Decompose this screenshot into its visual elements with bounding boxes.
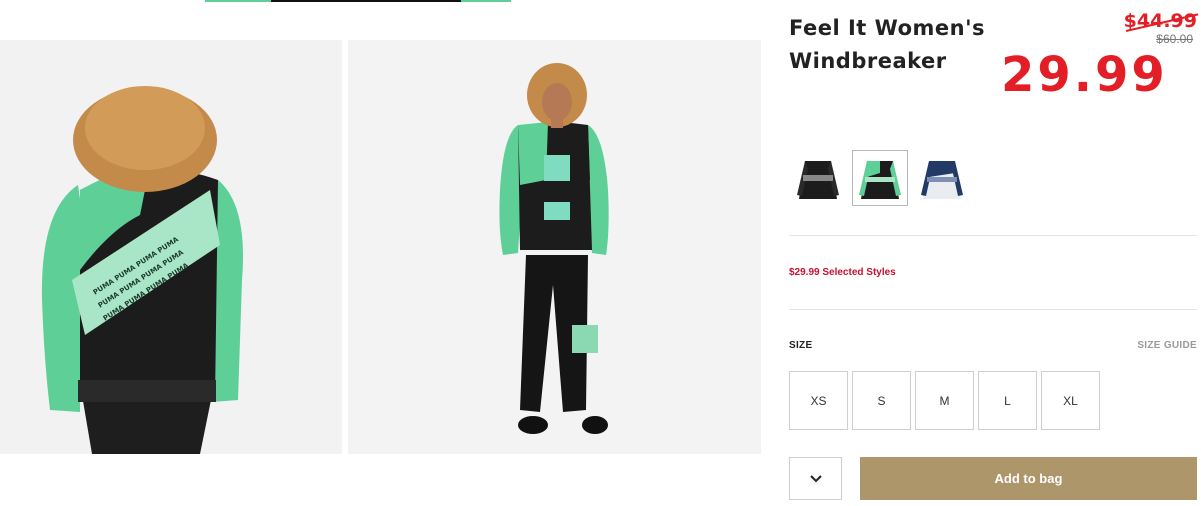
model-back-illustration: PUMA PUMA PUMA PUMA PUMA PUMA PUMA PUMA … bbox=[0, 40, 342, 454]
product-image-back[interactable]: PUMA PUMA PUMA PUMA PUMA PUMA PUMA PUMA … bbox=[0, 40, 342, 454]
size-guide-link[interactable]: SIZE GUIDE bbox=[1137, 340, 1197, 351]
size-option-xs[interactable]: XS bbox=[789, 371, 848, 430]
sale-price: 29.99 bbox=[1001, 47, 1168, 103]
carousel-indicator-left bbox=[205, 0, 271, 2]
model-front-illustration bbox=[348, 40, 761, 454]
jacket-green-thumbnail bbox=[859, 161, 901, 199]
size-option-xl[interactable]: XL bbox=[1041, 371, 1100, 430]
promo-text: $29.99 Selected Styles bbox=[789, 267, 896, 278]
carousel-indicator-active bbox=[271, 0, 461, 2]
size-option-l[interactable]: L bbox=[978, 371, 1037, 430]
jacket-navy-thumbnail bbox=[921, 161, 963, 199]
original-price: $60.00 bbox=[1156, 32, 1193, 46]
swatch-navy-white[interactable] bbox=[914, 150, 970, 206]
size-option-m[interactable]: M bbox=[915, 371, 974, 430]
jacket-black-thumbnail bbox=[797, 161, 839, 199]
divider bbox=[789, 309, 1197, 310]
swatch-black[interactable] bbox=[790, 150, 846, 206]
chevron-down-icon bbox=[809, 474, 822, 482]
quantity-select[interactable] bbox=[789, 457, 842, 500]
add-to-bag-button[interactable]: Add to bag bbox=[860, 457, 1197, 500]
product-image-front[interactable] bbox=[348, 40, 761, 454]
divider bbox=[789, 235, 1197, 236]
product-title: Feel It Women's Windbreaker bbox=[789, 16, 985, 73]
carousel-indicator-right bbox=[461, 0, 511, 2]
swatch-green-black[interactable] bbox=[852, 150, 908, 206]
size-options: XS S M L XL bbox=[789, 371, 1100, 430]
color-swatches bbox=[790, 150, 970, 206]
size-label: SIZE bbox=[789, 340, 813, 351]
size-option-s[interactable]: S bbox=[852, 371, 911, 430]
